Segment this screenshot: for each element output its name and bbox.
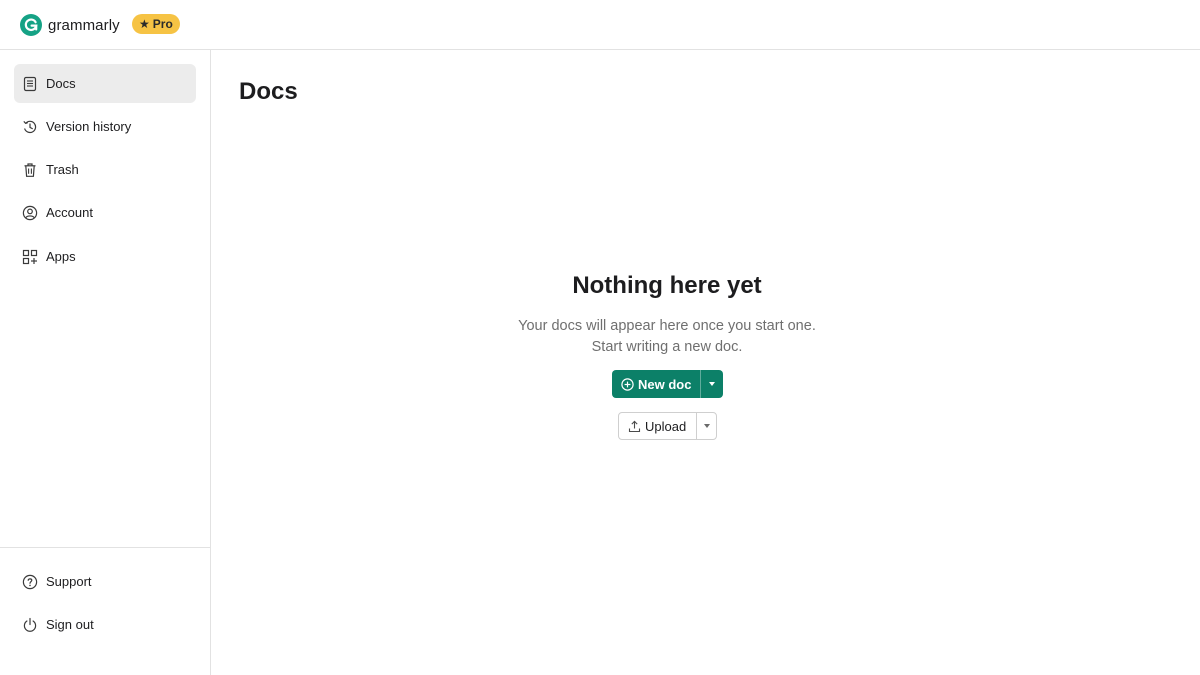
new-doc-split-button: New doc xyxy=(612,370,723,398)
apps-grid-icon xyxy=(22,249,38,264)
empty-state: Nothing here yet Your docs will appear h… xyxy=(211,270,1123,358)
sidebar-item-label: Apps xyxy=(46,249,76,264)
brand-name: grammarly xyxy=(48,16,120,34)
new-doc-label: New doc xyxy=(638,376,692,392)
sidebar: Docs Version history Trash Account Apps … xyxy=(0,50,211,675)
empty-state-hint: Start writing a new doc. xyxy=(591,339,743,355)
sidebar-item-version-history[interactable]: Version history xyxy=(14,107,196,146)
sidebar-item-label: Version history xyxy=(46,119,132,134)
grammarly-logo-icon xyxy=(20,14,42,36)
caret-down-icon xyxy=(703,424,710,428)
sidebar-item-trash[interactable]: Trash xyxy=(14,150,196,189)
upload-split-button: Upload xyxy=(618,412,717,440)
upload-dropdown-button[interactable] xyxy=(697,413,716,439)
new-doc-button[interactable]: New doc xyxy=(612,370,700,398)
history-icon xyxy=(23,120,37,133)
sidebar-item-label: Account xyxy=(46,205,93,220)
upload-label: Upload xyxy=(645,418,687,434)
upload-button[interactable]: Upload xyxy=(619,413,696,439)
sidebar-item-label: Trash xyxy=(46,162,79,177)
sidebar-item-account[interactable]: Account xyxy=(14,193,196,232)
sidebar-item-docs[interactable]: Docs xyxy=(14,64,196,103)
grammarly-logo[interactable]: grammarly xyxy=(20,13,120,37)
pro-badge-label: Pro xyxy=(152,17,173,31)
pro-badge[interactable]: ★ Pro xyxy=(132,14,180,34)
sidebar-item-apps[interactable]: Apps xyxy=(14,237,196,276)
trash-icon xyxy=(24,162,36,177)
empty-state-text: Your docs will appear here once you star… xyxy=(518,318,816,334)
main-content: Docs Nothing here yet Your docs will app… xyxy=(211,50,1200,675)
plus-circle-icon xyxy=(621,377,634,391)
sidebar-item-label: Support xyxy=(46,574,92,589)
new-doc-dropdown-button[interactable] xyxy=(701,370,723,398)
upload-icon xyxy=(628,420,641,432)
sidebar-item-label: Docs xyxy=(46,76,76,91)
top-bar: grammarly ★ Pro xyxy=(0,0,1200,50)
help-icon xyxy=(22,574,38,589)
sidebar-divider xyxy=(0,547,210,548)
document-icon xyxy=(23,76,37,91)
page-title: Docs xyxy=(239,78,298,105)
sidebar-item-sign-out[interactable]: Sign out xyxy=(14,605,196,644)
star-icon: ★ xyxy=(139,17,150,31)
power-icon xyxy=(23,617,37,632)
empty-state-title: Nothing here yet xyxy=(572,272,762,299)
sidebar-item-support[interactable]: Support xyxy=(14,562,196,601)
caret-down-icon xyxy=(709,382,715,386)
sidebar-item-label: Sign out xyxy=(46,617,94,632)
user-circle-icon xyxy=(22,205,38,220)
